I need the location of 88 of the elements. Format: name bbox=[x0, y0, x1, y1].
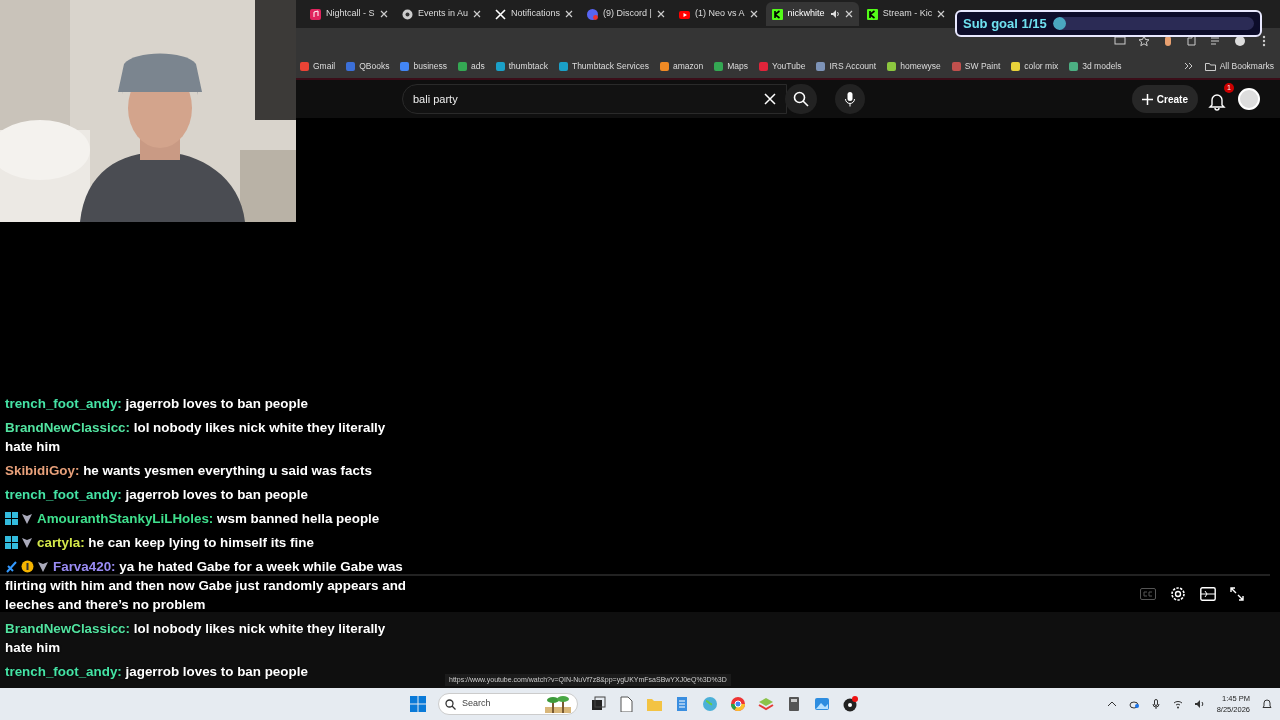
k-icon bbox=[771, 8, 783, 20]
browser-tab[interactable]: Stream - Kic bbox=[860, 2, 952, 26]
start-icon[interactable] bbox=[410, 696, 426, 712]
create-button[interactable]: Create bbox=[1131, 85, 1198, 113]
profile-icon[interactable] bbox=[1234, 35, 1246, 47]
close-icon[interactable] bbox=[844, 10, 853, 18]
chat-message: trench_foot_andy: jagerrob loves to ban people bbox=[5, 395, 308, 413]
play-icon bbox=[679, 8, 691, 20]
chevron-icon[interactable] bbox=[1183, 62, 1194, 70]
chat-app-icon bbox=[587, 8, 599, 20]
close-icon[interactable] bbox=[937, 10, 946, 18]
search-icon bbox=[793, 91, 809, 107]
stack-icon[interactable] bbox=[758, 696, 774, 712]
sword-icon bbox=[5, 560, 18, 573]
close-icon[interactable] bbox=[380, 10, 388, 18]
chevron-up-icon[interactable] bbox=[1106, 699, 1117, 709]
bookmark[interactable]: Thumbtack Services bbox=[558, 59, 649, 73]
plus-icon bbox=[1141, 93, 1153, 105]
chat-message: BrandNewClassicc: lol nobody likes nick white they literally hate him bbox=[5, 620, 387, 657]
og-badge-icon bbox=[5, 536, 18, 549]
chat-message: Farva420: ya he hated Gabe for a week while Gabe was flirting with him and then now Gabe just randomly appears and leeches and there’s no problem bbox=[5, 558, 407, 614]
og-badge-icon bbox=[5, 512, 18, 525]
search-button[interactable] bbox=[785, 84, 817, 114]
bell-icon[interactable] bbox=[1208, 92, 1226, 111]
palm-tree-icon bbox=[545, 695, 571, 713]
microphone-icon bbox=[844, 91, 856, 107]
shield-icon bbox=[21, 512, 34, 525]
bookmark[interactable]: SW Paint bbox=[951, 59, 1001, 73]
bookmark[interactable]: thumbtack bbox=[495, 59, 548, 73]
bookmark[interactable]: YouTube bbox=[759, 59, 806, 73]
bookmark[interactable]: ads bbox=[458, 59, 485, 73]
bookmark[interactable]: amazon bbox=[659, 59, 704, 73]
record-icon[interactable] bbox=[842, 696, 858, 712]
search-field[interactable]: bali party bbox=[402, 84, 787, 114]
all-bookmarks-button[interactable]: All Bookmarks bbox=[1204, 59, 1274, 73]
chat-message: SkibidiGoy: he wants yesmen everything u said was facts bbox=[5, 462, 372, 480]
bookmark[interactable]: 3d models bbox=[1069, 59, 1122, 73]
install-icon[interactable] bbox=[1114, 35, 1126, 47]
photos-icon[interactable] bbox=[814, 696, 830, 712]
chat-message: cartyla: he can keep lying to himself its fine bbox=[5, 533, 314, 552]
task-view-icon[interactable] bbox=[590, 696, 606, 712]
coin-icon bbox=[21, 560, 34, 573]
star-icon[interactable] bbox=[1138, 35, 1150, 47]
close-icon[interactable] bbox=[473, 10, 482, 18]
k-icon bbox=[866, 8, 878, 20]
browser-tab[interactable]: (9) Discord | bbox=[581, 2, 672, 26]
settings-icon[interactable] bbox=[1170, 586, 1186, 602]
browser-tab[interactable]: Notifications bbox=[489, 2, 580, 26]
music-icon bbox=[310, 8, 321, 20]
wifi-icon[interactable] bbox=[1172, 699, 1183, 709]
notification-icon[interactable] bbox=[1262, 698, 1272, 710]
chat-message: trench_foot_andy: jagerrob loves to ban people bbox=[5, 663, 308, 681]
close-icon[interactable] bbox=[565, 10, 574, 18]
chat-message: trench_foot_andy: jagerrob loves to ban people bbox=[5, 486, 308, 504]
shield-icon bbox=[21, 536, 34, 549]
browser-tab[interactable]: Nightcall - S bbox=[304, 2, 394, 26]
document-icon[interactable] bbox=[618, 696, 634, 712]
folder-icon bbox=[1204, 61, 1216, 71]
captions-icon[interactable] bbox=[1140, 588, 1156, 600]
search-icon bbox=[445, 698, 456, 710]
sub-goal-panel: Sub goal 1/15 bbox=[955, 10, 1262, 37]
chat-message: AmouranthStankyLiLHoles: wsm banned hella people bbox=[5, 509, 380, 528]
microphone-icon[interactable] bbox=[1150, 699, 1161, 709]
taskbar-search[interactable]: Search bbox=[438, 693, 578, 715]
browser-tab[interactable]: Events in Au bbox=[396, 2, 488, 26]
notepad-icon[interactable] bbox=[674, 696, 690, 712]
chat-message: BrandNewClassicc: lol nobody likes nick white they literally hate him bbox=[5, 419, 387, 456]
bookmark[interactable]: color mix bbox=[1011, 59, 1059, 73]
bookmark[interactable]: homewyse bbox=[887, 59, 941, 73]
fullscreen-icon[interactable] bbox=[1230, 587, 1244, 601]
voice-search-button[interactable] bbox=[835, 84, 865, 114]
bookmark[interactable]: Gmail bbox=[300, 59, 336, 73]
close-icon[interactable] bbox=[749, 10, 758, 18]
bookmark[interactable]: business bbox=[400, 59, 447, 73]
x-icon bbox=[495, 8, 507, 20]
bookmark[interactable]: QBooks bbox=[346, 59, 390, 73]
site-icon bbox=[402, 8, 413, 20]
browser-tab[interactable]: nickwhite bbox=[765, 2, 859, 26]
browser-icon[interactable] bbox=[730, 696, 746, 712]
avatar[interactable] bbox=[1238, 88, 1260, 110]
close-icon[interactable] bbox=[657, 10, 666, 18]
media-icon[interactable] bbox=[1210, 35, 1222, 47]
browser-tab[interactable]: (1) Neo vs A bbox=[673, 2, 764, 26]
bookmark[interactable]: Maps bbox=[714, 59, 748, 73]
miniplayer-icon[interactable] bbox=[1200, 587, 1216, 601]
bookmark[interactable]: IRS Account bbox=[816, 59, 877, 73]
volume-icon[interactable] bbox=[1194, 699, 1205, 709]
calculator-icon[interactable] bbox=[786, 696, 802, 712]
